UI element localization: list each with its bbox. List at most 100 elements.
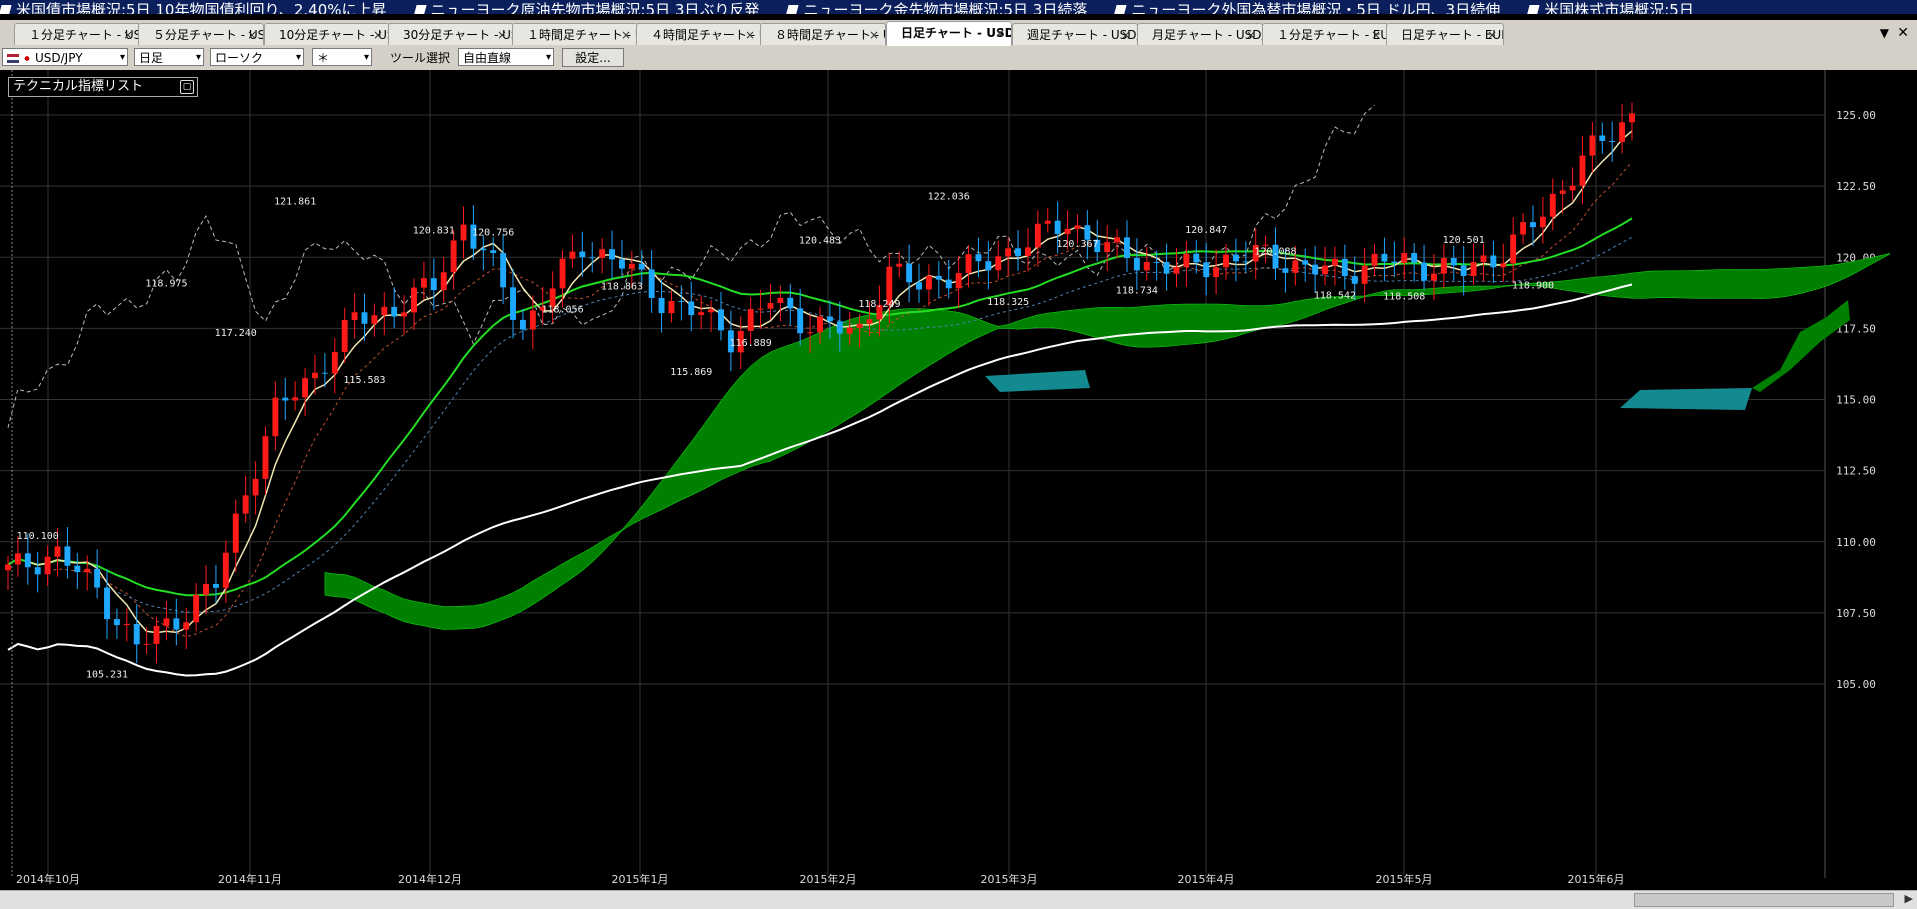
news-ticker[interactable]: 米国債市場概況:5日 10年物国債利回り、2.40%に上昇 ニューヨーク原油先物市… <box>0 0 1917 14</box>
technical-indicator-list[interactable]: テクニカル指標リスト ▢ <box>8 77 198 97</box>
close-tab-icon[interactable]: × <box>745 24 755 45</box>
tab-11[interactable]: １分足チャート - EUR/× <box>1262 23 1388 45</box>
close-tab-icon[interactable]: × <box>373 24 383 45</box>
candle-body <box>1450 258 1457 266</box>
period-select[interactable]: 日足 ▾ <box>134 48 204 66</box>
candle-body <box>1104 242 1111 253</box>
candle-body <box>331 352 338 374</box>
close-tab-icon[interactable]: × <box>995 22 1005 44</box>
candle-body <box>222 552 229 588</box>
candle-body <box>975 254 982 262</box>
chevron-down-icon: ▾ <box>119 52 125 63</box>
tab-4[interactable]: 30分足チャート - USD,× <box>388 23 514 45</box>
candle-body <box>1510 234 1517 264</box>
tab-list-dropdown-icon[interactable]: ▼ <box>1880 26 1889 40</box>
x-tick-label: 2015年1月 <box>612 872 669 886</box>
price-annotation: 120.367 <box>1056 239 1098 250</box>
tab-6[interactable]: ４時間足チャート - US× <box>636 23 762 45</box>
candle-body <box>401 312 408 317</box>
candle-body <box>1331 258 1338 266</box>
candle-body <box>500 253 507 288</box>
close-tab-icon[interactable]: × <box>247 24 257 45</box>
close-tab-icon[interactable]: × <box>1246 24 1256 45</box>
close-tab-icon[interactable]: × <box>497 24 507 45</box>
drawing-tool-select[interactable]: 自由直線 ▾ <box>458 48 554 66</box>
horizontal-scrollbar[interactable]: ▶ <box>0 890 1917 909</box>
candle-body <box>34 567 41 575</box>
close-tab-icon[interactable]: × <box>1487 24 1497 45</box>
ticker-item[interactable]: ニューヨーク外国為替市場概況・5日 ドル円、3日続伸 <box>1113 3 1500 14</box>
tab-1[interactable]: １分足チャート - USD/× <box>14 23 140 45</box>
candle-body <box>1322 265 1328 275</box>
y-tick-label: 107.50 <box>1836 607 1876 620</box>
collapse-icon[interactable]: ▢ <box>180 80 194 94</box>
candle-body <box>519 319 526 330</box>
close-tab-icon[interactable]: × <box>1121 24 1131 45</box>
tab-9[interactable]: 週足チャート - USD/JP× <box>1012 23 1138 45</box>
close-tab-icon[interactable]: × <box>869 24 879 45</box>
currency-pair-select[interactable]: USD/JPY ▾ <box>2 48 128 66</box>
candle-body <box>232 513 239 553</box>
candle-body <box>896 263 903 267</box>
chart-tab-bar: ▼ ✕ １分足チャート - USD/×５分足チャート - USD/×10分足チャ… <box>0 20 1917 47</box>
candle-body <box>1203 262 1210 278</box>
tab-2[interactable]: ５分足チャート - USD/× <box>138 23 264 45</box>
x-tick-label: 2015年6月 <box>1568 872 1625 886</box>
settings-button[interactable]: 設定... <box>562 48 624 67</box>
candle-body <box>698 312 705 316</box>
close-all-icon[interactable]: ✕ <box>1897 25 1909 41</box>
chevron-down-icon: ▾ <box>295 52 301 63</box>
price-annotation: 122.036 <box>928 191 970 202</box>
ticker-item[interactable]: ニューヨーク原油先物市場概況:5日 3日ぶり反発 <box>412 3 759 14</box>
price-annotation: 105.231 <box>86 669 128 680</box>
price-annotation: 121.861 <box>274 196 316 207</box>
close-tab-icon[interactable]: × <box>1371 24 1381 45</box>
candle-body <box>5 564 11 571</box>
candle-body <box>1143 261 1150 271</box>
candlestick-chart[interactable]: 125.00 122.50 120.00 117.50 115.00 112.50 110.… <box>0 70 1917 909</box>
candle-body <box>628 263 635 269</box>
tab-8[interactable]: 日足チャート - USD/J × <box>886 21 1012 46</box>
ticker-text: ニューヨーク金先物市場概況:5日 3日続落 <box>803 1 1088 15</box>
candle-body <box>747 309 754 331</box>
ticker-item[interactable]: 米国債市場概況:5日 10年物国債利回り、2.40%に上昇 <box>0 3 387 14</box>
candle-body <box>1213 267 1220 278</box>
candle-body <box>658 297 665 314</box>
marker-select[interactable]: ＊ ▾ <box>312 48 372 66</box>
candle-body <box>807 332 814 334</box>
ticker-item[interactable]: 米国株式市場概況:5日 <box>1526 3 1694 14</box>
candle-body <box>1084 225 1091 240</box>
candle-body <box>589 257 596 259</box>
candle-body <box>985 261 992 271</box>
candle-body <box>54 546 61 557</box>
tab-3[interactable]: 10分足チャート - USD,× <box>264 23 390 45</box>
ticker-item[interactable]: ニューヨーク金先物市場概況:5日 3日続落 <box>785 1 1088 15</box>
candle-body <box>272 397 279 437</box>
price-annotation: 120.847 <box>1185 225 1227 236</box>
close-tab-icon[interactable]: × <box>123 24 133 45</box>
scroll-thumb[interactable] <box>1634 893 1894 907</box>
period-label: 日足 <box>139 51 164 65</box>
tab-12[interactable]: 日足チャート - EUR/US× <box>1386 23 1504 45</box>
candle-body <box>351 312 358 321</box>
tab-7[interactable]: ８時間足チャート - US× <box>760 23 886 45</box>
price-annotation: 118.542 <box>1314 291 1356 302</box>
candle-body <box>14 553 21 565</box>
candle-body <box>777 297 784 303</box>
candle-body <box>1411 253 1418 263</box>
candle-body <box>1262 244 1269 246</box>
candle-body <box>1074 225 1081 229</box>
candle-body <box>153 625 160 644</box>
candle-body <box>163 618 170 626</box>
scroll-right-icon[interactable]: ▶ <box>1905 892 1913 905</box>
candle-body <box>1163 262 1170 274</box>
currency-pair-label: USD/JPY <box>35 51 83 65</box>
chart-type-select[interactable]: ローソク ▾ <box>210 48 304 66</box>
tab-5[interactable]: １時間足チャート - US× <box>512 23 638 45</box>
tab-10[interactable]: 月足チャート - USD/JP× <box>1137 23 1263 45</box>
candle-body <box>1064 228 1071 235</box>
candle-body <box>74 565 81 573</box>
close-tab-icon[interactable]: × <box>621 24 631 45</box>
chevron-down-icon: ▾ <box>363 52 369 63</box>
ichimoku-cloud-bearish <box>985 370 1752 410</box>
